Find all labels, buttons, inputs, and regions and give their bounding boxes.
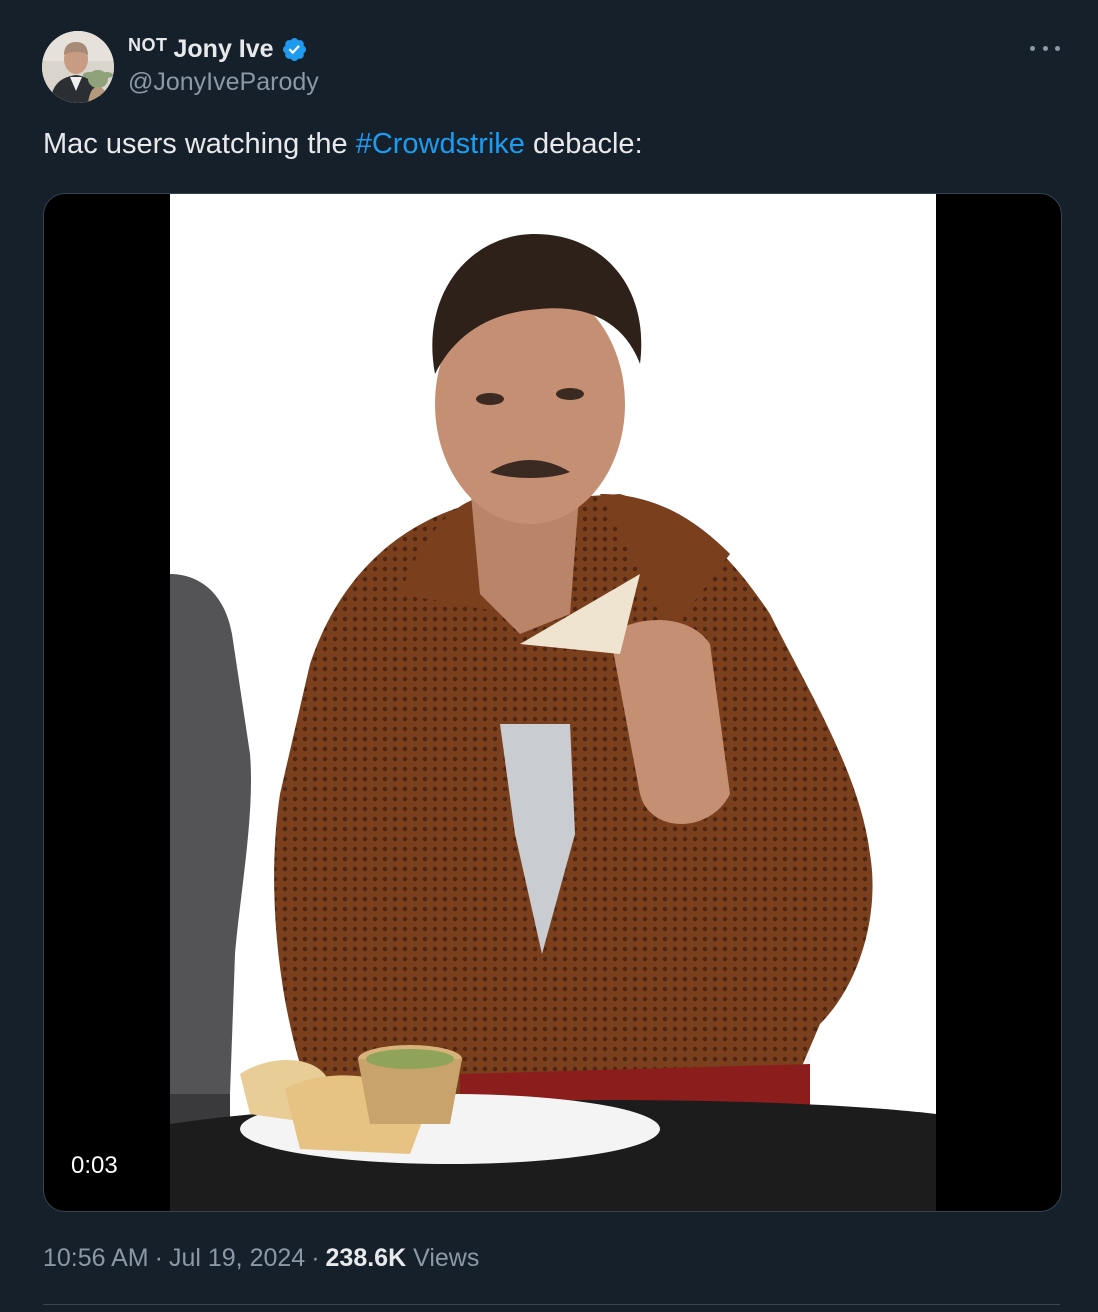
- avatar-image: [42, 31, 114, 103]
- more-dot: [1055, 45, 1060, 51]
- name-row: NOT Jony Ive: [128, 32, 319, 66]
- views-label: Views: [413, 1244, 480, 1272]
- video-still-image: [170, 194, 936, 1211]
- meta-separator: ·: [154, 1244, 163, 1272]
- verified-badge-icon: [282, 37, 306, 61]
- author-avatar[interactable]: [42, 31, 114, 103]
- divider: [43, 1304, 1060, 1305]
- name-prefix: NOT: [128, 34, 168, 55]
- more-dot: [1030, 45, 1035, 51]
- tweet-time[interactable]: 10:56 AM: [43, 1244, 149, 1272]
- tweet-text: Mac users watching the #Crowdstrike deba…: [43, 128, 643, 161]
- views-count: 238.6K: [325, 1244, 407, 1272]
- meta-separator: ·: [311, 1244, 320, 1272]
- tweet-text-after: debacle:: [524, 128, 643, 160]
- more-dot: [1042, 45, 1048, 51]
- display-name[interactable]: Jony Ive: [174, 35, 274, 64]
- video-timecode: 0:03: [71, 1152, 118, 1179]
- author-block: NOT Jony Ive @JonyIveParody: [128, 32, 319, 97]
- tweet: NOT Jony Ive @JonyIveParody Mac users wa…: [0, 0, 1098, 1312]
- hashtag-link[interactable]: #Crowdstrike: [356, 128, 525, 160]
- tweet-date[interactable]: Jul 19, 2024: [169, 1244, 305, 1272]
- tweet-text-before: Mac users watching the: [43, 128, 356, 160]
- video-player[interactable]: 0:03: [43, 193, 1062, 1212]
- author-handle[interactable]: @JonyIveParody: [128, 68, 319, 97]
- video-frame: [170, 194, 936, 1211]
- more-options-icon[interactable]: [1030, 38, 1060, 58]
- tweet-meta: 10:56 AM · Jul 19, 2024 · 238.6K Views: [43, 1244, 479, 1273]
